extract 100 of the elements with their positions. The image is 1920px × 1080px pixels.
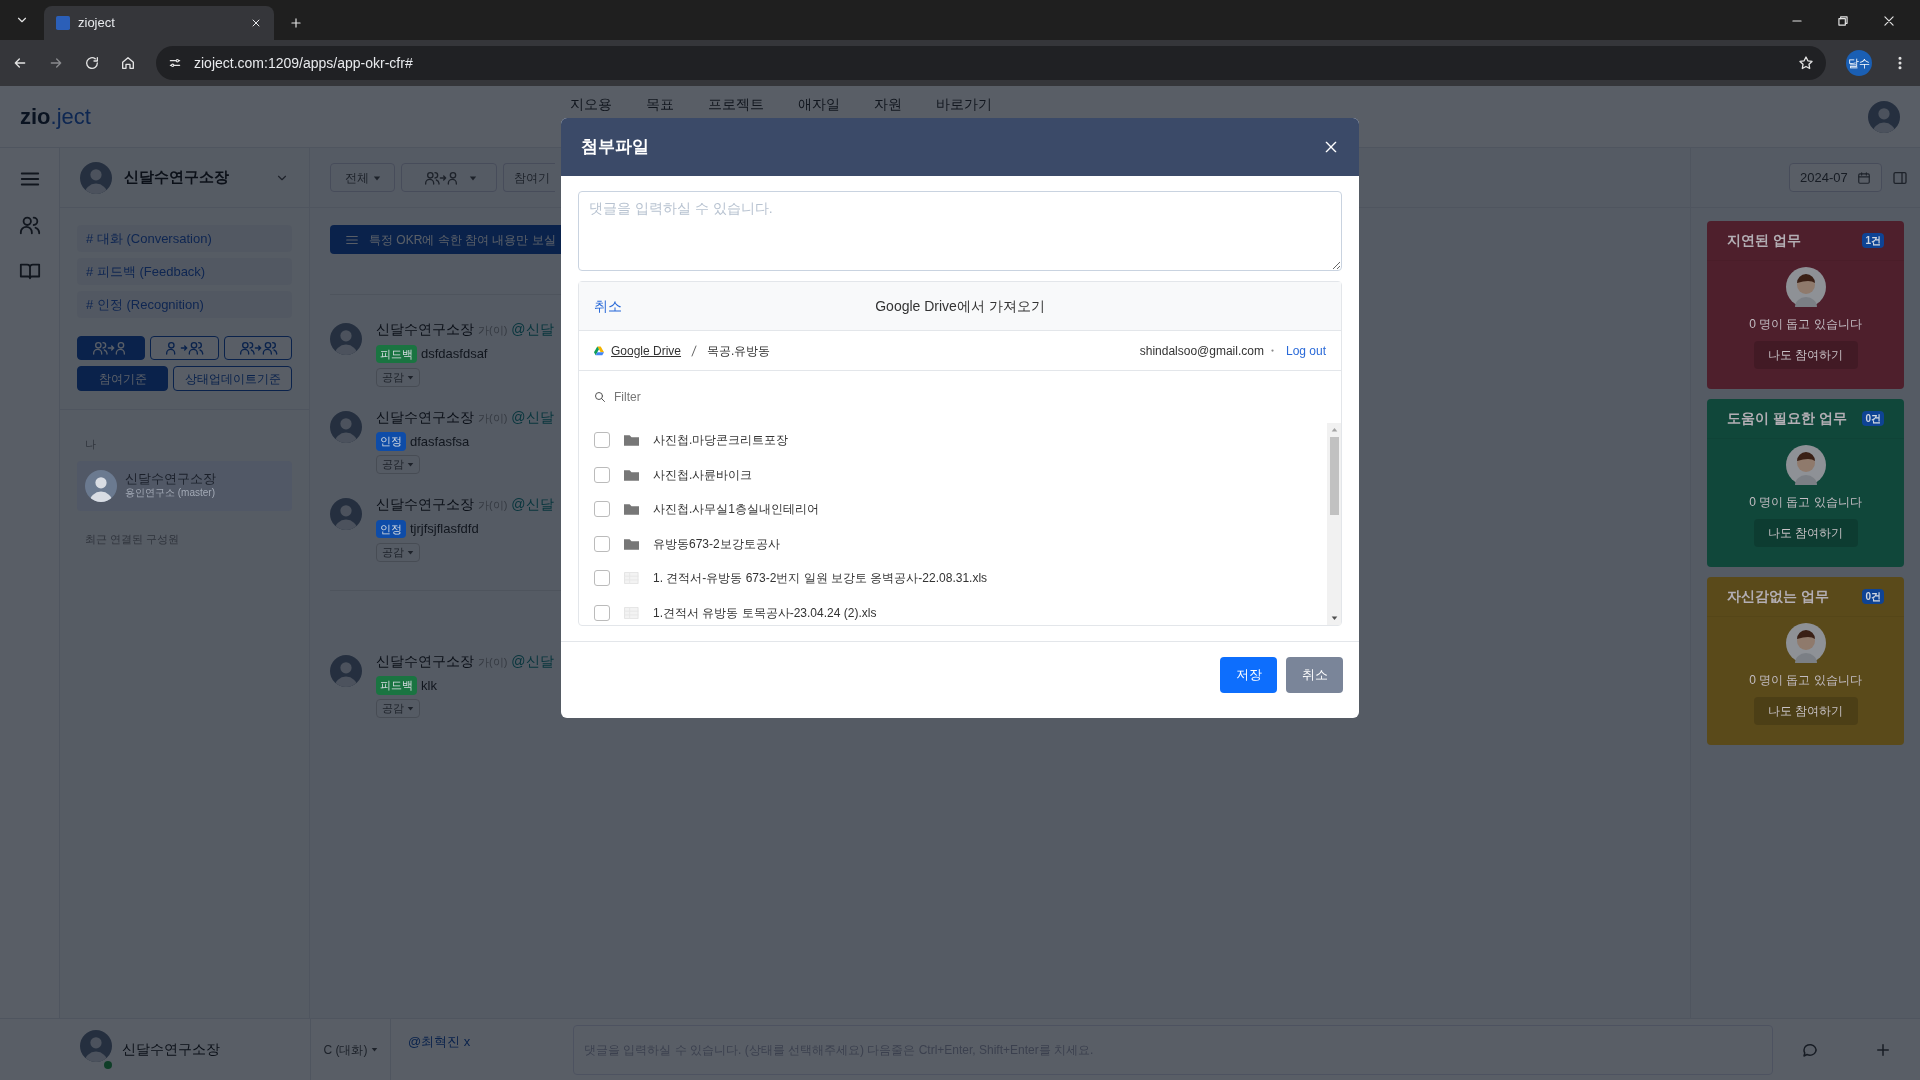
comment-field[interactable]: 댓글을 입력하실 수 있습니다.: [578, 191, 1342, 271]
checkbox[interactable]: [594, 535, 610, 552]
site-settings-icon[interactable]: [168, 56, 182, 70]
account-email: shindalsoo@gmail.com: [1139, 342, 1264, 360]
scrollbar[interactable]: [1327, 423, 1341, 625]
member-name: 신달수연구소장: [125, 471, 216, 488]
user-name: 신달수연구소장: [122, 1040, 220, 1059]
character-avatar-icon: [1785, 445, 1826, 485]
category-tag: 인정: [376, 519, 406, 538]
basis-dropdown[interactable]: 참여기: [503, 163, 555, 192]
caret-icon: [407, 373, 414, 381]
channel-item[interactable]: # 피드백 (Feedback): [77, 258, 292, 285]
join-button[interactable]: 나도 참여하기: [1753, 697, 1858, 725]
online-status-icon: [104, 1061, 112, 1069]
avatar: [1868, 100, 1900, 133]
close-icon[interactable]: [250, 17, 262, 29]
nav-menu-item[interactable]: 목표: [646, 94, 674, 115]
panel-toggle-icon[interactable]: [1892, 169, 1908, 186]
nav-menu-item[interactable]: 바로가기: [936, 94, 992, 115]
checkbox[interactable]: [594, 604, 610, 621]
channel-item[interactable]: # 대화 (Conversation): [77, 225, 292, 252]
author-name: 신달수연구소장: [376, 495, 474, 514]
mention-link[interactable]: @신달: [511, 494, 554, 515]
caret-icon: [372, 173, 381, 182]
card-title: 지연된 업무: [1727, 231, 1801, 250]
member-card[interactable]: 신달수연구소장 용인연구소 (master): [77, 460, 292, 511]
avatar: [330, 654, 362, 687]
favicon-icon: [56, 16, 70, 30]
direction-filter-button[interactable]: [223, 336, 292, 360]
okr-filter-banner[interactable]: 특정 OKR에 속한 참여 내용만 보실: [330, 225, 561, 254]
picker-title: Google Drive에서 가져오기: [875, 296, 1045, 316]
nav-menu-item[interactable]: 지오용: [570, 94, 612, 115]
nav-menu-item[interactable]: 프로젝트: [708, 94, 764, 115]
avatar: [80, 161, 112, 194]
recipient-chip[interactable]: @최혁진 x: [408, 1033, 471, 1049]
calendar-icon: [1857, 170, 1871, 185]
close-icon[interactable]: [1882, 14, 1896, 28]
back-icon[interactable]: [12, 55, 28, 71]
direction-dropdown[interactable]: [401, 163, 497, 192]
basis-filter-button[interactable]: 참여기준: [77, 366, 168, 391]
direction-filter-button[interactable]: [150, 336, 219, 360]
checkbox[interactable]: [594, 466, 610, 483]
breadcrumb-current: 목공.유방동: [707, 342, 771, 360]
mention-link[interactable]: @신달: [511, 650, 554, 672]
filter-dropdown[interactable]: 전체: [330, 163, 395, 192]
nav-menu-item[interactable]: 자원: [874, 94, 902, 115]
category-tag: 피드백: [376, 676, 417, 695]
browser-tab[interactable]: zioject: [44, 6, 274, 40]
close-icon[interactable]: [1323, 139, 1339, 155]
star-icon[interactable]: [1798, 55, 1814, 71]
mention-link[interactable]: @신달: [511, 406, 554, 428]
basis-filter-button[interactable]: 상태업데이트기준: [173, 366, 292, 391]
breadcrumb-link[interactable]: Google Drive: [611, 341, 682, 360]
drive-logo-icon: [594, 345, 604, 356]
file-name[interactable]: 1.견적서 유방동 토목공사-23.04.24 (2).xls: [653, 603, 877, 622]
folder-name[interactable]: 사진첩.마당콘크리트포장: [653, 431, 789, 450]
filter-field[interactable]: Filter: [614, 388, 1326, 406]
avatar: [80, 1030, 112, 1062]
reload-icon[interactable]: [84, 55, 100, 71]
restore-icon[interactable]: [1836, 14, 1850, 28]
slash-separator-icon: [690, 344, 699, 357]
checkbox[interactable]: [594, 432, 610, 449]
channel-item[interactable]: # 인정 (Recognition): [77, 291, 292, 318]
character-avatar-icon: [1785, 267, 1826, 307]
profile-button[interactable]: 달수: [1846, 50, 1872, 76]
caret-icon: [407, 461, 414, 468]
address-bar[interactable]: zioject.com:1209/apps/app-okr-cfr#: [156, 46, 1826, 80]
picker-cancel-link[interactable]: 취소: [594, 296, 622, 317]
people-icon[interactable]: [18, 214, 41, 236]
folder-name[interactable]: 사진첩.사무실1층실내인테리어: [653, 500, 819, 519]
spreadsheet-icon: [624, 572, 639, 585]
new-tab-icon[interactable]: [289, 16, 303, 30]
avatar: [330, 410, 362, 443]
direction-filter-button[interactable]: [77, 336, 146, 360]
avatar: [330, 498, 362, 530]
count-badge: 1건: [1862, 233, 1884, 248]
home-icon[interactable]: [120, 55, 136, 71]
nav-menu-item[interactable]: 애자일: [798, 94, 840, 115]
folder-name[interactable]: 사진첩.사륜바이크: [653, 465, 753, 484]
folder-name[interactable]: 유방동673-2보강토공사: [653, 534, 780, 553]
author-name: 신달수연구소장: [376, 407, 474, 427]
mode-dropdown[interactable]: C (대화): [310, 1018, 390, 1080]
file-name[interactable]: 1. 견적서-유방동 673-2번지 일원 보강토 옹벽공사-22.08.31.xls: [653, 569, 988, 588]
logout-link[interactable]: Log out: [1285, 341, 1326, 360]
forward-icon[interactable]: [48, 55, 64, 71]
caret-icon: [407, 548, 414, 556]
join-button[interactable]: 나도 참여하기: [1753, 519, 1858, 547]
checkbox[interactable]: [594, 501, 610, 518]
app-logo[interactable]: zio.ject: [20, 100, 420, 133]
spreadsheet-icon: [624, 606, 639, 619]
avatar: [330, 323, 362, 355]
save-button[interactable]: 저장: [1220, 657, 1277, 693]
checkbox[interactable]: [594, 570, 610, 587]
join-button[interactable]: 나도 참여하기: [1753, 341, 1858, 369]
category-tag: 피드백: [376, 344, 417, 363]
people-direction-icon: [237, 340, 278, 356]
cancel-button[interactable]: 취소: [1286, 657, 1343, 693]
message-text: dfasfasfsa: [410, 432, 470, 451]
mention-link[interactable]: @신달: [511, 319, 554, 340]
month-picker[interactable]: 2024-07: [1789, 163, 1882, 192]
